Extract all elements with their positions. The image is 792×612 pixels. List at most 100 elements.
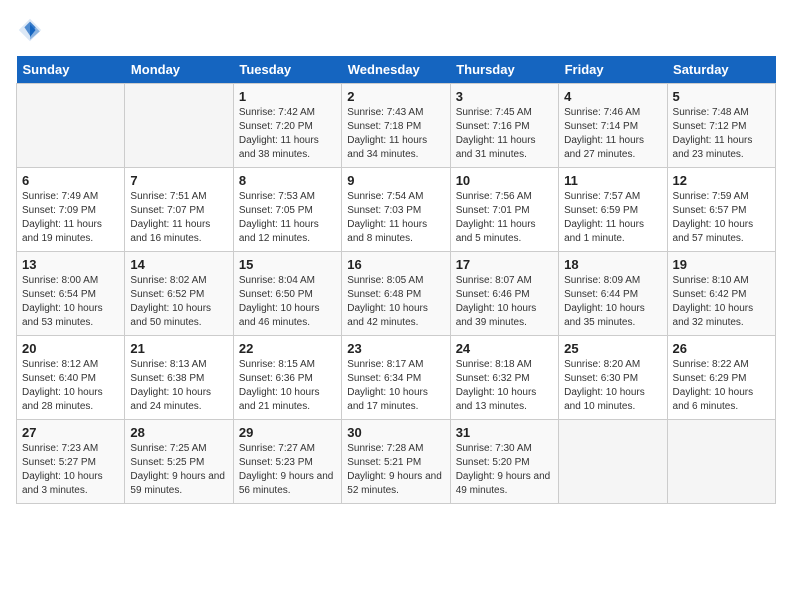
day-number: 12 [673, 173, 770, 188]
day-number: 20 [22, 341, 119, 356]
day-cell: 14Sunrise: 8:02 AMSunset: 6:52 PMDayligh… [125, 252, 233, 336]
week-row-1: 1 Sunrise: 7:42 AMSunset: 7:20 PMDaylight… [17, 84, 776, 168]
day-number: 10 [456, 173, 553, 188]
day-info: Sunrise: 7:25 AMSunset: 5:25 PMDaylight:… [130, 442, 227, 498]
day-number: 29 [239, 425, 336, 440]
day-info: Sunrise: 7:49 AMSunset: 7:09 PMDaylight:… [22, 190, 119, 246]
day-cell: 6 Sunrise: 7:49 AMSunset: 7:09 PMDaylight… [17, 168, 125, 252]
day-cell: 3 Sunrise: 7:45 AMSunset: 7:16 PMDaylight… [450, 84, 558, 168]
day-info: Sunrise: 7:42 AMSunset: 7:20 PMDaylight:… [239, 106, 336, 162]
day-info: Sunrise: 7:43 AMSunset: 7:18 PMDaylight:… [347, 106, 444, 162]
day-cell: 8 Sunrise: 7:53 AMSunset: 7:05 PMDaylight… [233, 168, 341, 252]
day-cell: 21 Sunrise: 8:13 AMSunset: 6:38 PMDayligh… [125, 336, 233, 420]
day-cell [125, 84, 233, 168]
day-info: Sunrise: 8:18 AMSunset: 6:32 PMDaylight:… [456, 358, 553, 414]
day-header-tuesday: Tuesday [233, 56, 341, 84]
day-cell: 1 Sunrise: 7:42 AMSunset: 7:20 PMDaylight… [233, 84, 341, 168]
day-number: 27 [22, 425, 119, 440]
day-number: 31 [456, 425, 553, 440]
day-number: 3 [456, 89, 553, 104]
day-number: 23 [347, 341, 444, 356]
day-number: 8 [239, 173, 336, 188]
day-cell: 9Sunrise: 7:54 AMSunset: 7:03 PMDaylight… [342, 168, 450, 252]
day-info: Sunrise: 8:09 AMSunset: 6:44 PMDaylight:… [564, 274, 661, 330]
day-info: Sunrise: 7:27 AMSunset: 5:23 PMDaylight:… [239, 442, 336, 498]
day-cell: 23Sunrise: 8:17 AMSunset: 6:34 PMDayligh… [342, 336, 450, 420]
day-number: 28 [130, 425, 227, 440]
day-cell: 12 Sunrise: 7:59 AMSunset: 6:57 PMDayligh… [667, 168, 775, 252]
week-row-5: 27 Sunrise: 7:23 AMSunset: 5:27 PMDayligh… [17, 420, 776, 504]
day-info: Sunrise: 7:28 AMSunset: 5:21 PMDaylight:… [347, 442, 444, 498]
day-header-wednesday: Wednesday [342, 56, 450, 84]
day-info: Sunrise: 8:20 AMSunset: 6:30 PMDaylight:… [564, 358, 661, 414]
day-number: 25 [564, 341, 661, 356]
day-cell: 29 Sunrise: 7:27 AMSunset: 5:23 PMDayligh… [233, 420, 341, 504]
day-header-saturday: Saturday [667, 56, 775, 84]
day-info: Sunrise: 7:46 AMSunset: 7:14 PMDaylight:… [564, 106, 661, 162]
day-cell [559, 420, 667, 504]
day-number: 18 [564, 257, 661, 272]
day-header-friday: Friday [559, 56, 667, 84]
day-info: Sunrise: 7:45 AMSunset: 7:16 PMDaylight:… [456, 106, 553, 162]
day-cell: 19Sunrise: 8:10 AMSunset: 6:42 PMDayligh… [667, 252, 775, 336]
day-number: 1 [239, 89, 336, 104]
day-number: 21 [130, 341, 227, 356]
day-info: Sunrise: 7:51 AMSunset: 7:07 PMDaylight:… [130, 190, 227, 246]
day-info: Sunrise: 8:10 AMSunset: 6:42 PMDaylight:… [673, 274, 770, 330]
day-cell: 7 Sunrise: 7:51 AMSunset: 7:07 PMDaylight… [125, 168, 233, 252]
day-info: Sunrise: 8:02 AMSunset: 6:52 PMDaylight:… [130, 274, 227, 330]
day-cell: 18 Sunrise: 8:09 AMSunset: 6:44 PMDayligh… [559, 252, 667, 336]
week-row-4: 20Sunrise: 8:12 AMSunset: 6:40 PMDayligh… [17, 336, 776, 420]
day-cell: 31 Sunrise: 7:30 AMSunset: 5:20 PMDayligh… [450, 420, 558, 504]
day-info: Sunrise: 7:57 AMSunset: 6:59 PMDaylight:… [564, 190, 661, 246]
day-info: Sunrise: 8:00 AMSunset: 6:54 PMDaylight:… [22, 274, 119, 330]
day-info: Sunrise: 8:15 AMSunset: 6:36 PMDaylight:… [239, 358, 336, 414]
day-number: 16 [347, 257, 444, 272]
day-header-thursday: Thursday [450, 56, 558, 84]
day-cell: 4Sunrise: 7:46 AMSunset: 7:14 PMDaylight… [559, 84, 667, 168]
day-cell: 17 Sunrise: 8:07 AMSunset: 6:46 PMDayligh… [450, 252, 558, 336]
day-info: Sunrise: 7:59 AMSunset: 6:57 PMDaylight:… [673, 190, 770, 246]
day-info: Sunrise: 7:56 AMSunset: 7:01 PMDaylight:… [456, 190, 553, 246]
day-cell: 15 Sunrise: 8:04 AMSunset: 6:50 PMDayligh… [233, 252, 341, 336]
day-cell: 28 Sunrise: 7:25 AMSunset: 5:25 PMDayligh… [125, 420, 233, 504]
day-cell: 24 Sunrise: 8:18 AMSunset: 6:32 PMDayligh… [450, 336, 558, 420]
day-number: 5 [673, 89, 770, 104]
day-number: 15 [239, 257, 336, 272]
day-number: 24 [456, 341, 553, 356]
day-number: 26 [673, 341, 770, 356]
week-row-3: 13 Sunrise: 8:00 AMSunset: 6:54 PMDayligh… [17, 252, 776, 336]
day-cell: 16 Sunrise: 8:05 AMSunset: 6:48 PMDayligh… [342, 252, 450, 336]
day-info: Sunrise: 8:22 AMSunset: 6:29 PMDaylight:… [673, 358, 770, 414]
day-header-monday: Monday [125, 56, 233, 84]
day-cell: 25 Sunrise: 8:20 AMSunset: 6:30 PMDayligh… [559, 336, 667, 420]
day-info: Sunrise: 8:04 AMSunset: 6:50 PMDaylight:… [239, 274, 336, 330]
day-number: 17 [456, 257, 553, 272]
page-header [16, 16, 776, 44]
day-number: 13 [22, 257, 119, 272]
day-cell: 10 Sunrise: 7:56 AMSunset: 7:01 PMDayligh… [450, 168, 558, 252]
day-cell: 30Sunrise: 7:28 AMSunset: 5:21 PMDayligh… [342, 420, 450, 504]
day-info: Sunrise: 8:07 AMSunset: 6:46 PMDaylight:… [456, 274, 553, 330]
day-info: Sunrise: 7:30 AMSunset: 5:20 PMDaylight:… [456, 442, 553, 498]
day-info: Sunrise: 8:13 AMSunset: 6:38 PMDaylight:… [130, 358, 227, 414]
calendar-header-row: SundayMondayTuesdayWednesdayThursdayFrid… [17, 56, 776, 84]
day-cell: 20Sunrise: 8:12 AMSunset: 6:40 PMDayligh… [17, 336, 125, 420]
day-cell [667, 420, 775, 504]
day-number: 9 [347, 173, 444, 188]
day-info: Sunrise: 8:05 AMSunset: 6:48 PMDaylight:… [347, 274, 444, 330]
logo [16, 16, 48, 44]
day-cell: 13 Sunrise: 8:00 AMSunset: 6:54 PMDayligh… [17, 252, 125, 336]
day-cell: 2Sunrise: 7:43 AMSunset: 7:18 PMDaylight… [342, 84, 450, 168]
day-number: 6 [22, 173, 119, 188]
day-cell: 11 Sunrise: 7:57 AMSunset: 6:59 PMDayligh… [559, 168, 667, 252]
day-number: 11 [564, 173, 661, 188]
day-cell: 5 Sunrise: 7:48 AMSunset: 7:12 PMDaylight… [667, 84, 775, 168]
day-cell [17, 84, 125, 168]
day-number: 7 [130, 173, 227, 188]
calendar-table: SundayMondayTuesdayWednesdayThursdayFrid… [16, 56, 776, 504]
day-info: Sunrise: 7:53 AMSunset: 7:05 PMDaylight:… [239, 190, 336, 246]
day-cell: 22Sunrise: 8:15 AMSunset: 6:36 PMDayligh… [233, 336, 341, 420]
day-info: Sunrise: 7:23 AMSunset: 5:27 PMDaylight:… [22, 442, 119, 498]
day-info: Sunrise: 7:48 AMSunset: 7:12 PMDaylight:… [673, 106, 770, 162]
